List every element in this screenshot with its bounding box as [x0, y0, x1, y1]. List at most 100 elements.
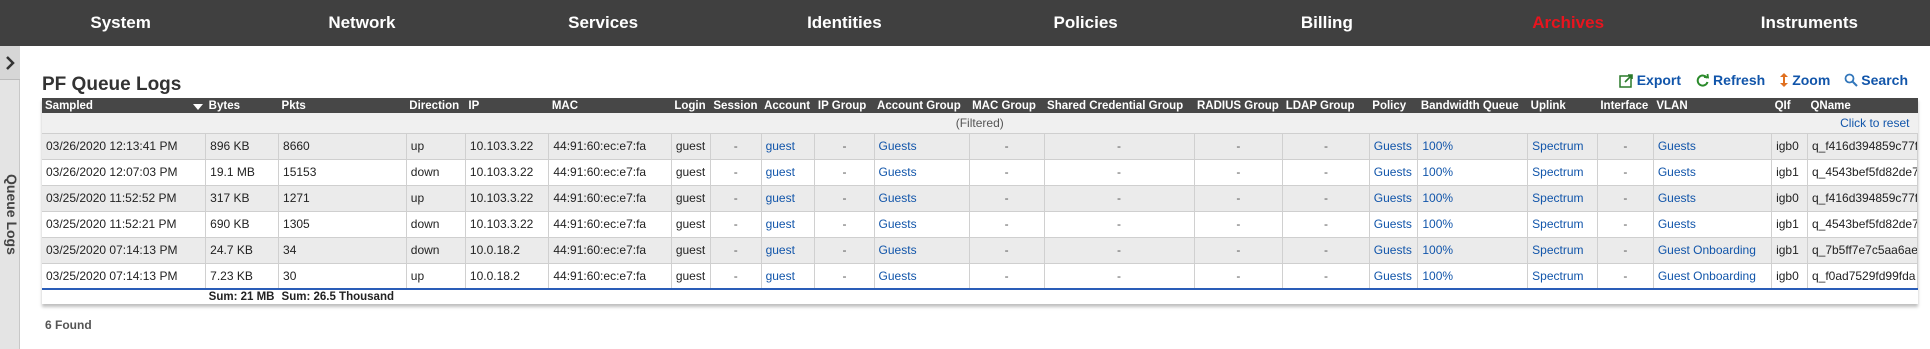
- table-cell-link[interactable]: guest: [761, 133, 816, 160]
- search-label: Search: [1861, 72, 1908, 88]
- table-cell-link[interactable]: Guests: [874, 159, 970, 186]
- column-header-ip[interactable]: IP: [465, 98, 549, 113]
- column-header-ip-group[interactable]: IP Group: [814, 98, 875, 113]
- table-cell: 10.103.3.22: [465, 159, 550, 186]
- column-header-shared-credential-group[interactable]: Shared Credential Group: [1044, 98, 1194, 113]
- table-cell: 10.103.3.22: [465, 185, 550, 212]
- table-cell-link[interactable]: guest: [761, 185, 816, 212]
- table-cell-link[interactable]: Spectrum: [1527, 185, 1598, 212]
- table-cell-link[interactable]: 100%: [1417, 263, 1529, 290]
- nav-item-policies[interactable]: Policies: [965, 0, 1206, 46]
- sidebar-toggle-button[interactable]: [0, 46, 20, 80]
- column-header-qname[interactable]: QName: [1807, 98, 1918, 113]
- table-cell-link[interactable]: Guest Onboarding: [1653, 237, 1773, 264]
- column-header-ldap-group[interactable]: LDAP Group: [1282, 98, 1370, 113]
- table-cell-link[interactable]: Guests: [1369, 211, 1419, 238]
- table-cell: 03/25/2020 11:52:52 PM: [42, 185, 207, 212]
- table-cell-link[interactable]: guest: [761, 211, 816, 238]
- column-header-pkts[interactable]: Pkts: [278, 98, 407, 113]
- column-header-label: Login: [674, 99, 706, 112]
- table-cell-link[interactable]: 100%: [1417, 159, 1529, 186]
- table-cell: 10.0.18.2: [465, 263, 550, 290]
- table-cell: guest: [671, 185, 711, 212]
- zoom-button[interactable]: Zoom: [1779, 72, 1830, 88]
- table-cell-link[interactable]: Guests: [874, 133, 970, 160]
- table-cell-link[interactable]: Spectrum: [1527, 133, 1598, 160]
- table-cell: -: [1282, 263, 1370, 290]
- nav-item-system[interactable]: System: [0, 0, 241, 46]
- table-cell-link[interactable]: 100%: [1417, 237, 1529, 264]
- table-cell-link[interactable]: Guests: [1369, 133, 1419, 160]
- table-cell: -: [1194, 133, 1284, 160]
- reset-filter-link[interactable]: Click to reset: [1840, 116, 1909, 130]
- table-cell: 44:91:60:ec:e7:fa: [548, 237, 672, 264]
- table-cell: -: [969, 133, 1045, 160]
- column-header-account-group[interactable]: Account Group: [874, 98, 970, 113]
- table-row[interactable]: 03/26/2020 12:07:03 PM 19.1 MB 15153 down 10…: [42, 159, 1919, 186]
- table-cell-link[interactable]: Guests: [874, 263, 970, 290]
- table-cell: 1271: [278, 185, 407, 212]
- table-cell-link[interactable]: Guests: [1369, 159, 1419, 186]
- table-cell-link[interactable]: Guests: [1653, 185, 1773, 212]
- column-header-policy[interactable]: Policy: [1369, 98, 1418, 113]
- column-header-label: LDAP Group: [1285, 99, 1355, 112]
- table-cell-link[interactable]: Guests: [1369, 263, 1419, 290]
- table-cell: -: [1044, 133, 1195, 160]
- table-cell-link[interactable]: 100%: [1417, 185, 1529, 212]
- column-header-interface[interactable]: Interface: [1597, 98, 1654, 113]
- table-cell-link[interactable]: Guests: [1653, 159, 1773, 186]
- table-cell-link[interactable]: Spectrum: [1527, 263, 1598, 290]
- column-header-vlan[interactable]: VLAN: [1653, 98, 1772, 113]
- column-header-mac-group[interactable]: MAC Group: [969, 98, 1045, 113]
- column-header-qif[interactable]: QIf: [1771, 98, 1808, 113]
- table-cell-link[interactable]: 100%: [1417, 133, 1529, 160]
- column-header-direction[interactable]: Direction: [406, 98, 466, 113]
- column-header-account[interactable]: Account: [761, 98, 815, 113]
- column-header-bytes[interactable]: Bytes: [205, 98, 279, 113]
- nav-item-billing[interactable]: Billing: [1206, 0, 1447, 46]
- table-cell-link[interactable]: guest: [761, 237, 816, 264]
- table-cell-link[interactable]: guest: [761, 263, 816, 290]
- column-header-login[interactable]: Login: [671, 98, 711, 113]
- table-cell-link[interactable]: 100%: [1417, 211, 1529, 238]
- sidebar-label[interactable]: Queue Logs: [4, 174, 20, 255]
- column-header-sampled[interactable]: Sampled: [42, 98, 206, 113]
- nav-item-identities[interactable]: Identities: [724, 0, 965, 46]
- column-header-session[interactable]: Session: [710, 98, 762, 113]
- table-row[interactable]: 03/25/2020 07:14:13 PM 7.23 KB 30 up 10.0.18…: [42, 263, 1919, 290]
- table-cell-link[interactable]: Guests: [1653, 211, 1773, 238]
- table-cell-link[interactable]: Guest Onboarding: [1653, 263, 1773, 290]
- column-header-uplink[interactable]: Uplink: [1527, 98, 1598, 113]
- table-cell: 44:91:60:ec:e7:fa: [548, 263, 672, 290]
- table-row[interactable]: 03/26/2020 12:13:41 PM 896 KB 8660 up 10.103…: [42, 133, 1919, 160]
- table-cell-link[interactable]: Guests: [1653, 133, 1773, 160]
- export-label: Export: [1636, 72, 1682, 88]
- column-header-radius-group[interactable]: RADIUS Group: [1194, 98, 1283, 113]
- table-cell-link[interactable]: guest: [761, 159, 816, 186]
- table-cell: -: [1597, 185, 1654, 212]
- nav-item-instruments[interactable]: Instruments: [1689, 0, 1930, 46]
- table-cell-link[interactable]: Spectrum: [1527, 237, 1598, 264]
- export-button[interactable]: Export: [1618, 72, 1682, 88]
- refresh-button[interactable]: Refresh: [1695, 72, 1765, 88]
- table-cell-link[interactable]: Guests: [1369, 185, 1419, 212]
- column-header-mac[interactable]: MAC: [548, 98, 672, 113]
- table-row[interactable]: 03/25/2020 11:52:52 PM 317 KB 1271 up 10.103…: [42, 185, 1919, 212]
- table-cell-link[interactable]: Guests: [874, 211, 970, 238]
- top-nav: System Network Services Identities Policies B…: [0, 0, 1930, 46]
- nav-item-network[interactable]: Network: [241, 0, 482, 46]
- table-cell-link[interactable]: Guests: [874, 185, 970, 212]
- nav-item-services[interactable]: Services: [483, 0, 724, 46]
- table-cell: -: [1194, 237, 1284, 264]
- nav-item-archives[interactable]: Archives: [1448, 0, 1689, 46]
- table-cell-link[interactable]: Spectrum: [1527, 159, 1598, 186]
- column-header-bandwidth-queue[interactable]: Bandwidth Queue: [1417, 98, 1528, 113]
- table-cell: 10.103.3.22: [465, 133, 550, 160]
- table-row[interactable]: 03/25/2020 11:52:21 PM 690 KB 1305 down 10.1…: [42, 211, 1919, 238]
- table-cell-link[interactable]: Spectrum: [1527, 211, 1598, 238]
- search-button[interactable]: Search: [1844, 72, 1908, 88]
- table-row[interactable]: 03/25/2020 07:14:13 PM 24.7 KB 34 down 10.0.…: [42, 237, 1919, 264]
- table-cell-link[interactable]: Guests: [874, 237, 970, 264]
- queue-logs-table: Sampled Bytes Pkts Direction IP MAC Login Sessi…: [42, 98, 1919, 304]
- table-cell-link[interactable]: Guests: [1369, 237, 1419, 264]
